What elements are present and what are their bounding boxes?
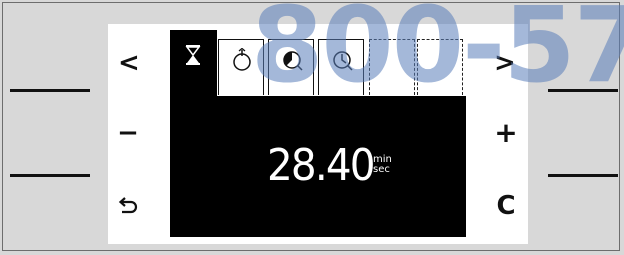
end-time-icon [283, 51, 303, 71]
clock-icon [333, 51, 353, 71]
clear-button[interactable]: C [494, 193, 518, 219]
forward-button[interactable]: > [494, 50, 516, 76]
return-arrow-icon [118, 197, 138, 214]
function-tabs [170, 30, 466, 96]
tab-empty-slot [417, 39, 463, 95]
tab-timer[interactable] [170, 30, 217, 96]
right-divider-bottom [548, 174, 618, 177]
tab-clock[interactable] [318, 39, 364, 95]
timer-unit: min sec [373, 155, 392, 175]
left-divider-top [10, 89, 90, 92]
tab-empty-slot [369, 39, 415, 95]
stopwatch-icon [233, 48, 251, 71]
timer-value: 28.40 [267, 140, 376, 191]
return-button[interactable] [117, 196, 139, 216]
back-button[interactable]: < [118, 50, 140, 76]
tab-end-time[interactable] [268, 39, 314, 95]
hourglass-icon [185, 45, 201, 65]
plus-button[interactable]: + [494, 119, 518, 147]
minus-button[interactable]: − [116, 120, 140, 146]
left-divider-bottom [10, 174, 90, 177]
unit-seconds-label: sec [373, 164, 390, 175]
right-divider-top [548, 89, 618, 92]
tab-stopwatch[interactable] [218, 39, 264, 95]
